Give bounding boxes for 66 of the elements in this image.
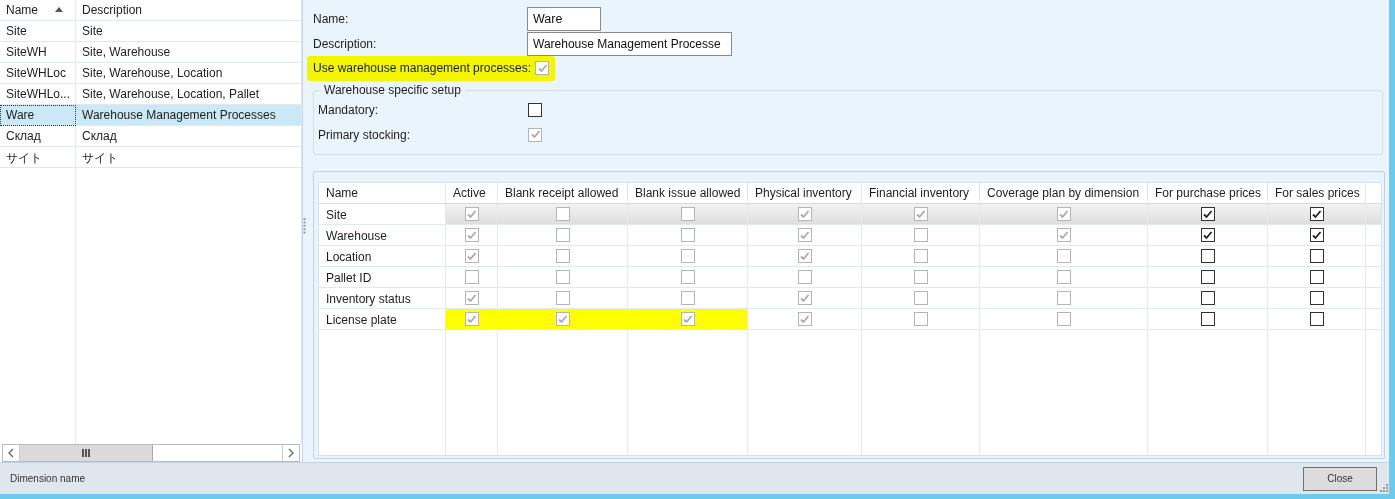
checkbox[interactable] [528,102,542,117]
column-header[interactable]: For sales prices [1268,183,1366,203]
table-row[interactable]: Pallet ID [319,267,1381,288]
table-row[interactable]: Site [319,204,1381,225]
table-cell: License plate [319,309,446,329]
splitter-grip-icon[interactable] [303,218,306,234]
table-cell: サイト [76,147,302,168]
table-row[interactable]: License plate [319,309,1381,330]
checkbox[interactable] [1200,270,1215,284]
scrollbar-thumb[interactable] [20,445,153,461]
checkbox[interactable] [1200,228,1215,242]
checkbox[interactable] [1309,249,1324,263]
column-header[interactable]: Coverage plan by dimension [980,183,1148,203]
table-row[interactable]: Warehouse [319,225,1381,246]
list-row[interactable]: サイト サイト [0,147,302,168]
column-header[interactable]: Blank receipt allowed [498,183,628,203]
column-header[interactable]: For purchase prices [1148,183,1268,203]
field-label: Name: [313,11,350,26]
checkbox[interactable] [1309,291,1324,305]
checkbox[interactable] [1309,270,1324,284]
chevron-right-icon [288,448,294,458]
column-header[interactable]: Description [76,0,302,21]
checkbox[interactable] [1200,249,1215,263]
list-row[interactable]: Ware Warehouse Management Processes [0,105,302,126]
column-header[interactable]: Name [0,0,76,21]
column-header[interactable]: Blank issue allowed [628,183,748,203]
table-cell: Site [76,21,302,42]
list-row[interactable]: SiteWHLoc Site, Warehouse, Location [0,63,302,84]
list-row[interactable]: Склад Склад [0,126,302,147]
horizontal-scrollbar[interactable] [2,444,300,462]
table-cell: Warehouse Management Processes [76,105,302,126]
checkbox[interactable] [1200,312,1215,326]
table-cell: Site, Warehouse, Location [76,63,302,84]
description-field[interactable]: Warehouse Management Processe [527,31,732,56]
close-button[interactable]: Close [1303,466,1377,491]
table-cell: サイト [0,147,76,168]
group-title: Warehouse specific setup [323,83,462,97]
column-header[interactable]: Active [446,183,498,203]
table-cell: Site [319,204,446,224]
table-cell: Ware [0,105,76,126]
checkbox[interactable] [1200,291,1215,305]
checkbox[interactable] [1309,207,1324,221]
table-cell: Site, Warehouse [76,42,302,63]
resize-grip-icon[interactable] [1380,484,1389,493]
checkbox[interactable] [1309,228,1324,242]
status-text: Dimension name [10,473,87,484]
column-header[interactable]: Financial inventory [862,183,980,203]
table-cell: Склад [0,126,76,147]
field-label: Use warehouse management processes: [313,61,532,75]
checkbox[interactable] [1309,312,1324,326]
chevron-left-icon [8,448,14,458]
table-cell: SiteWHLoc [0,63,76,84]
name-field[interactable]: Ware [527,6,601,31]
list-row[interactable]: Site Site [0,21,302,42]
table-row[interactable]: Location [319,246,1381,267]
field-label: Primary stocking: [318,127,412,142]
list-row[interactable]: SiteWH Site, Warehouse [0,42,302,63]
column-header[interactable]: Name [319,183,446,203]
sort-arrow-icon [55,7,63,12]
field-label: Mandatory: [318,102,380,117]
column-header[interactable]: Physical inventory [748,183,862,203]
table-cell: Site [0,21,76,42]
checkbox[interactable] [1200,207,1215,221]
table-cell: SiteWH [0,42,76,63]
field-label: Description: [313,36,378,51]
table-cell: Склад [76,126,302,147]
